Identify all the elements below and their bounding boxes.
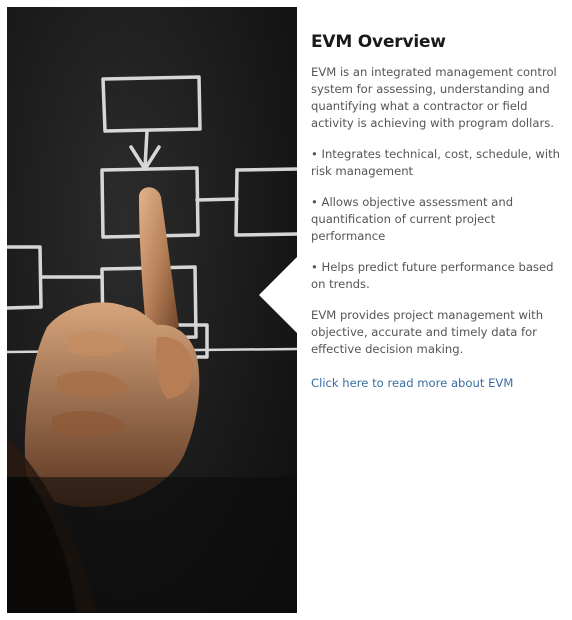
intro-paragraph: EVM is an integrated management control …: [311, 65, 557, 130]
bullet-text: Integrates technical, cost, schedule, wi…: [311, 147, 561, 178]
bullet-text: Allows objective assessment and quantifi…: [311, 195, 514, 243]
page-title: EVM Overview: [311, 32, 446, 52]
flowchart-icon: [7, 75, 297, 613]
bullet-dot: •: [311, 147, 318, 161]
overview-panel: EVM Overview EVM is an integrated manage…: [259, 7, 572, 613]
bullet-item-predict: • Helps predict future performance based…: [311, 259, 561, 293]
panel-pointer: [259, 257, 297, 333]
evm-overview-card: EVM Overview EVM is an integrated manage…: [7, 7, 572, 613]
bullet-item-integrates: • Integrates technical, cost, schedule, …: [311, 146, 561, 180]
chalkboard-image: [7, 7, 297, 613]
read-more-link[interactable]: Click here to read more about EVM: [311, 375, 513, 392]
bullet-text: Helps predict future performance based o…: [311, 260, 554, 291]
summary-paragraph: EVM provides project management with obj…: [311, 308, 544, 356]
overview-content: EVM Overview EVM is an integrated manage…: [311, 32, 561, 392]
bullet-dot: •: [311, 260, 318, 274]
bullet-dot: •: [311, 195, 318, 209]
bullet-item-assessment: • Allows objective assessment and quanti…: [311, 194, 561, 245]
